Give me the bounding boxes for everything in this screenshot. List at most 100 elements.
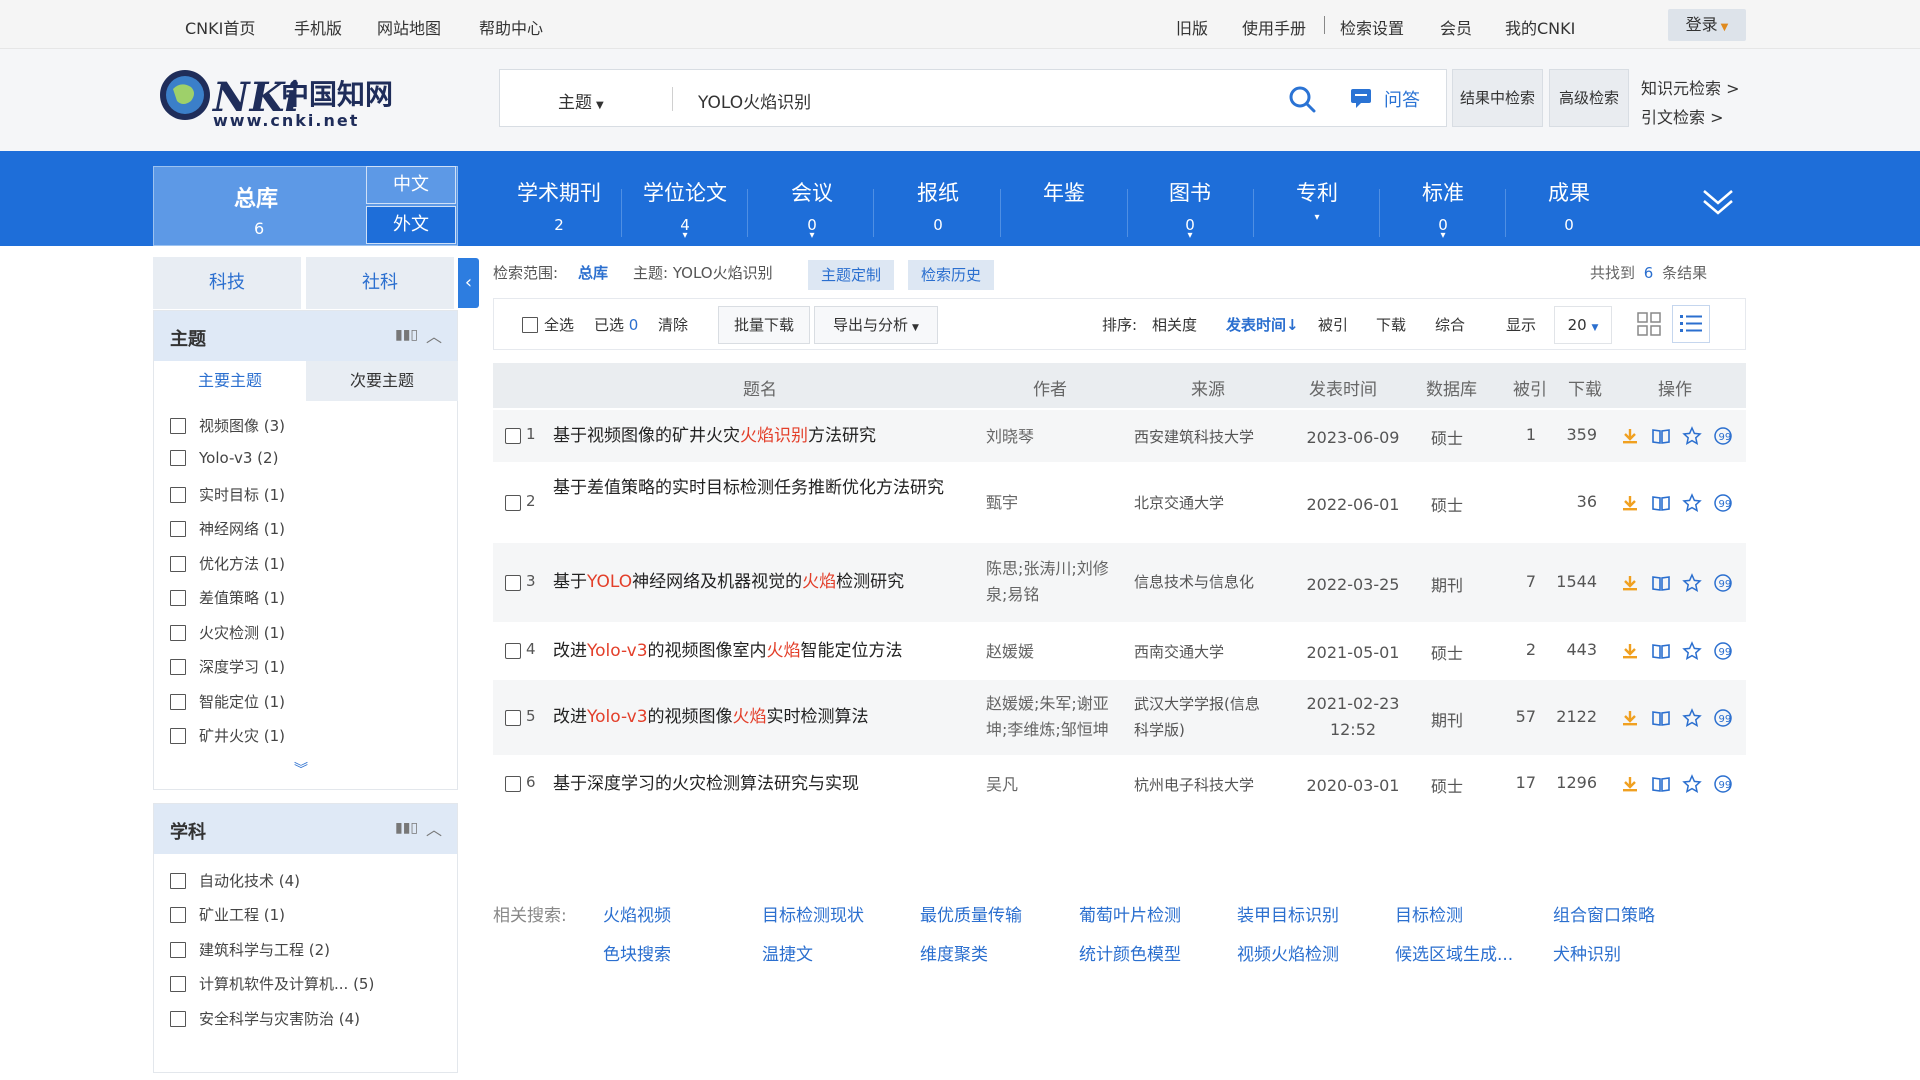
- tab-theses[interactable]: 学位论文 4 ▾: [625, 177, 745, 241]
- topic-custom-button[interactable]: 主题定制: [808, 260, 894, 290]
- search-type-select[interactable]: 主题 ▼: [558, 88, 604, 113]
- export-analysis-button[interactable]: 导出与分析 ▼: [814, 306, 938, 344]
- link-cnki-home[interactable]: CNKI首页: [185, 15, 255, 39]
- read-online-icon[interactable]: [1651, 708, 1671, 728]
- tab-newspapers[interactable]: 报纸 0: [878, 177, 998, 234]
- sort-date[interactable]: 发表时间↓: [1226, 314, 1299, 335]
- sort-downloads[interactable]: 下载: [1376, 314, 1406, 335]
- row-checkbox[interactable]: [505, 428, 521, 444]
- author-link[interactable]: 赵媛媛;朱军;谢亚坤;李维炼;邹恒坤: [986, 691, 1116, 743]
- read-online-icon[interactable]: [1651, 493, 1671, 513]
- search-input[interactable]: YOLO火焰识别: [698, 88, 811, 113]
- qa-button[interactable]: 问答: [1350, 85, 1420, 113]
- cited-count[interactable]: 1: [1496, 425, 1536, 444]
- result-title-link[interactable]: 基于视频图像的矿井火灾火焰识别方法研究: [553, 423, 973, 450]
- checkbox[interactable]: [170, 520, 186, 537]
- cited-count[interactable]: 17: [1496, 773, 1536, 792]
- download-icon[interactable]: [1620, 426, 1640, 446]
- checkbox[interactable]: [170, 486, 186, 503]
- result-search-button[interactable]: 结果中检索: [1452, 69, 1543, 127]
- source-link[interactable]: 北京交通大学: [1134, 490, 1264, 516]
- sort-citations[interactable]: 被引: [1318, 314, 1348, 335]
- lang-foreign-button[interactable]: 外文: [366, 206, 456, 244]
- tab-patents[interactable]: 专利 ▾: [1257, 177, 1377, 223]
- collapse-sidebar-button[interactable]: ‹: [458, 258, 479, 308]
- checkbox[interactable]: [170, 1010, 186, 1027]
- scope-value[interactable]: 总库: [578, 262, 608, 283]
- download-icon[interactable]: [1620, 573, 1640, 593]
- cited-count[interactable]: 2: [1496, 640, 1536, 659]
- related-link[interactable]: 最优质量传输: [920, 901, 1022, 926]
- search-history-button[interactable]: 检索历史: [908, 260, 994, 290]
- result-title-link[interactable]: 改进Yolo-v3的视频图像火焰实时检测算法: [553, 704, 973, 731]
- related-link[interactable]: 统计颜色模型: [1079, 940, 1181, 965]
- source-link[interactable]: 西南交通大学: [1134, 639, 1264, 665]
- filter-item[interactable]: Yolo-v3 (2): [170, 449, 278, 467]
- related-link[interactable]: 组合窗口策略: [1553, 901, 1655, 926]
- source-link[interactable]: 杭州电子科技大学: [1134, 772, 1264, 798]
- cited-count[interactable]: 57: [1496, 707, 1536, 726]
- checkbox[interactable]: [170, 872, 186, 889]
- chevron-up-icon[interactable]: ︿: [426, 323, 442, 347]
- link-manual[interactable]: 使用手册: [1242, 15, 1306, 39]
- checkbox[interactable]: [170, 417, 186, 434]
- bar-chart-icon[interactable]: ▮▮▯: [395, 820, 418, 836]
- filter-item[interactable]: 安全科学与灾害防治 (4): [170, 1008, 360, 1029]
- filter-item[interactable]: 矿井火灾 (1): [170, 725, 285, 746]
- filter-item[interactable]: 视频图像 (3): [170, 415, 285, 436]
- table-row[interactable]: 4 改进Yolo-v3的视频图像室内火焰智能定位方法 赵媛媛 西南交通大学 2021-0…: [493, 625, 1746, 677]
- chevron-up-icon[interactable]: ︿: [426, 816, 442, 840]
- result-title-link[interactable]: 改进Yolo-v3的视频图像室内火焰智能定位方法: [553, 638, 973, 665]
- read-online-icon[interactable]: [1651, 774, 1671, 794]
- checkbox[interactable]: [170, 941, 186, 958]
- expand-more-icon[interactable]: ︾: [294, 759, 308, 779]
- bar-chart-icon[interactable]: ▮▮▯: [395, 327, 418, 343]
- result-title-link[interactable]: 基于差值策略的实时目标检测任务推断优化方法研究: [553, 475, 973, 502]
- filter-item[interactable]: 深度学习 (1): [170, 656, 285, 677]
- filter-item[interactable]: 火灾检测 (1): [170, 622, 285, 643]
- author-link[interactable]: 刘晓琴: [986, 424, 1116, 450]
- checkbox[interactable]: [170, 624, 186, 641]
- related-link[interactable]: 维度聚类: [920, 940, 988, 965]
- checkbox[interactable]: [522, 316, 538, 333]
- related-link[interactable]: 火焰视频: [603, 901, 671, 926]
- grid-view-icon[interactable]: [1636, 311, 1662, 337]
- row-checkbox[interactable]: [505, 574, 521, 591]
- table-row[interactable]: 6 基于深度学习的火灾检测算法研究与实现 吴凡 杭州电子科技大学 2020-03-01 硕…: [493, 758, 1746, 810]
- link-help-center[interactable]: 帮助中心: [479, 15, 543, 39]
- related-link[interactable]: 犬种识别: [1553, 940, 1621, 965]
- table-row[interactable]: 5 改进Yolo-v3的视频图像火焰实时检测算法 赵媛媛;朱军;谢亚坤;李维炼;邹恒…: [493, 680, 1746, 755]
- filter-item[interactable]: 智能定位 (1): [170, 691, 285, 712]
- tab-main-topic[interactable]: 主要主题: [154, 361, 306, 401]
- advanced-search-button[interactable]: 高级检索: [1549, 69, 1629, 127]
- tab-secondary-topic[interactable]: 次要主题: [306, 361, 458, 401]
- row-checkbox[interactable]: [505, 494, 521, 511]
- select-all-checkbox[interactable]: 全选: [522, 314, 574, 335]
- read-online-icon[interactable]: [1651, 426, 1671, 446]
- checkbox[interactable]: [170, 555, 186, 572]
- table-row[interactable]: 2 基于差值策略的实时目标检测任务推断优化方法研究 甄宇 北京交通大学 2022-06-…: [493, 465, 1746, 540]
- favorite-star-icon[interactable]: [1682, 641, 1702, 661]
- checkbox[interactable]: [170, 658, 186, 675]
- cited-count[interactable]: 7: [1496, 572, 1536, 591]
- favorite-star-icon[interactable]: [1682, 707, 1702, 728]
- tab-conferences[interactable]: 会议 0 ▾: [752, 177, 872, 241]
- knowledge-search-link[interactable]: 知识元检索 >: [1641, 75, 1740, 99]
- favorite-star-icon[interactable]: [1682, 426, 1702, 446]
- citation-search-link[interactable]: 引文检索 >: [1641, 104, 1724, 128]
- checkbox[interactable]: [170, 727, 186, 744]
- link-old-version[interactable]: 旧版: [1176, 15, 1208, 39]
- author-link[interactable]: 赵媛媛: [986, 639, 1116, 665]
- source-link[interactable]: 信息技术与信息化: [1134, 569, 1264, 595]
- tab-journals[interactable]: 学术期刊 2: [499, 177, 619, 234]
- row-checkbox[interactable]: [505, 643, 521, 659]
- link-sitemap[interactable]: 网站地图: [377, 15, 441, 39]
- related-link[interactable]: 目标检测: [1395, 901, 1463, 926]
- read-online-icon[interactable]: [1651, 641, 1671, 661]
- read-online-icon[interactable]: [1651, 573, 1671, 593]
- checkbox[interactable]: [170, 450, 186, 466]
- table-row[interactable]: 3 基于YOLO神经网络及机器视觉的火焰检测研究 陈思;张涛川;刘修泉;易铭 信息技术…: [493, 543, 1746, 622]
- download-icon[interactable]: [1620, 493, 1640, 513]
- favorite-star-icon[interactable]: [1682, 492, 1702, 513]
- link-membership[interactable]: 会员: [1440, 15, 1472, 39]
